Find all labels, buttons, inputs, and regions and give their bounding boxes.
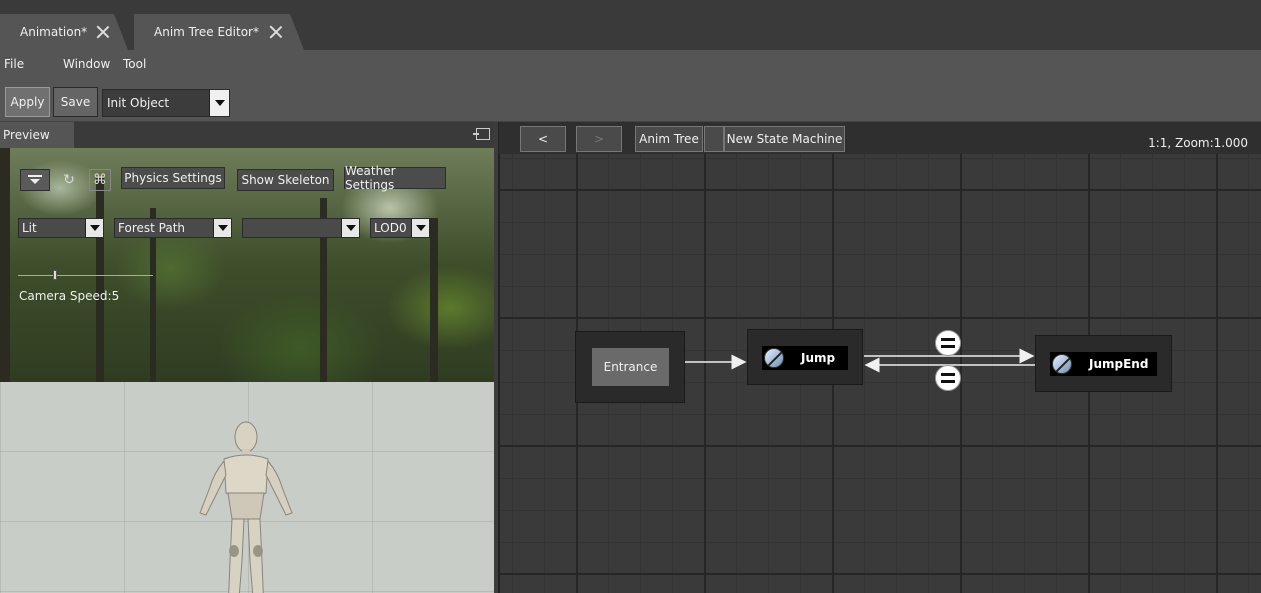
transition-icon[interactable] — [935, 365, 961, 391]
transitions-layer — [685, 348, 1035, 373]
transition-icon[interactable] — [935, 330, 961, 356]
